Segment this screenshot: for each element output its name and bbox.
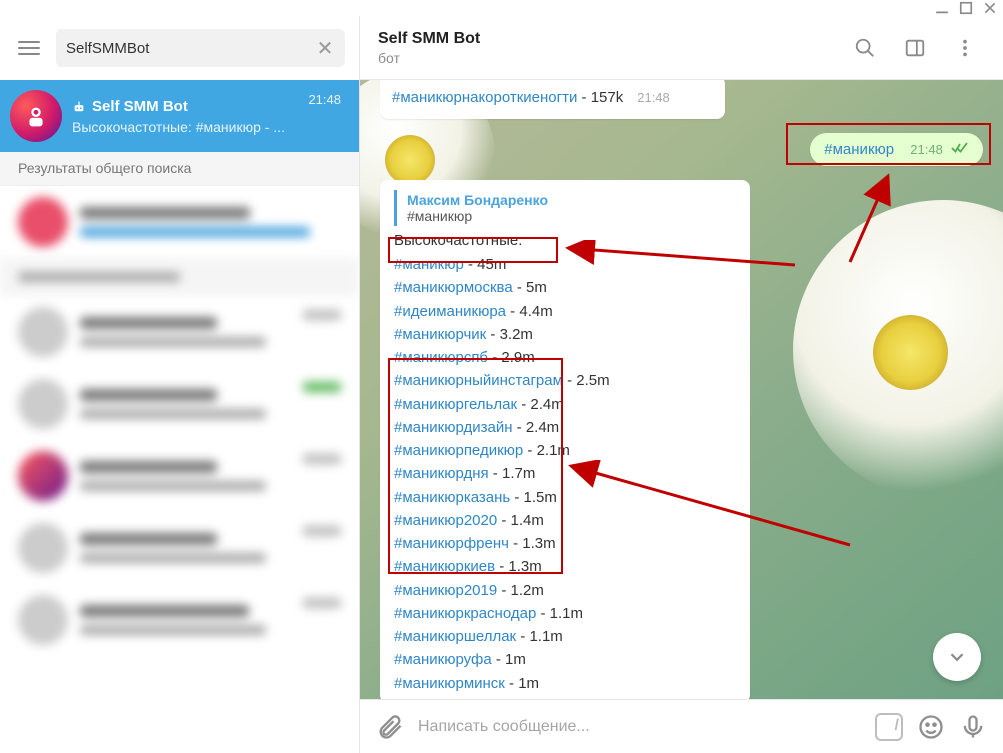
hashtag-count: - 1.7m bbox=[489, 465, 536, 482]
hashtag-count: - 1m bbox=[505, 675, 539, 692]
hashtag-link[interactable]: #маникюрнакороткиеногти bbox=[392, 89, 577, 106]
hashtag-link[interactable]: #маникюр2020 bbox=[394, 512, 497, 529]
commands-icon[interactable]: / bbox=[875, 713, 903, 741]
chat-time: 21:48 bbox=[308, 80, 341, 107]
chat-title: Self SMM Bot bbox=[72, 98, 298, 115]
read-checks-icon bbox=[951, 142, 969, 154]
reply-quote[interactable]: Максим Бондаренко #маникюр bbox=[394, 190, 736, 226]
message-time: 21:48 bbox=[637, 90, 670, 105]
hashtag-count: - 2.1m bbox=[523, 442, 570, 459]
mic-icon[interactable] bbox=[959, 713, 987, 741]
hashtag-link[interactable]: #маникюркраснодар bbox=[394, 605, 536, 622]
quote-text: #маникюр bbox=[407, 208, 736, 224]
hashtag-link[interactable]: #маникюрдизайн bbox=[394, 419, 512, 436]
more-menu-icon[interactable] bbox=[945, 28, 985, 68]
hashtag-count: - 2.4m bbox=[512, 419, 559, 436]
search-input-wrapper[interactable]: ✕ bbox=[56, 29, 345, 67]
hashtag-link[interactable]: #маникюрдня bbox=[394, 465, 489, 482]
hashtag-count: - 5m bbox=[513, 279, 547, 296]
window-maximize[interactable] bbox=[959, 1, 973, 15]
hashtag-link[interactable]: #маникюрминск bbox=[394, 675, 505, 692]
attach-icon[interactable] bbox=[376, 713, 404, 741]
chat-name: Self SMM Bot bbox=[378, 30, 835, 48]
hashtag-link[interactable]: #идеиманикюра bbox=[394, 303, 506, 320]
hashtag-link[interactable]: #маникюр bbox=[394, 256, 464, 273]
hashtag-count: - 3.2m bbox=[486, 326, 533, 343]
chat-header: Self SMM Bot бот bbox=[360, 16, 1003, 80]
hashtag-link[interactable]: #маникюрмосква bbox=[394, 279, 513, 296]
hashtag-count: - 2.4m bbox=[517, 396, 564, 413]
hashtag-list: #маникюр - 45m #маникюрмосква - 5m #идеима… bbox=[394, 253, 736, 695]
hashtag-count: - 1.2m bbox=[497, 582, 544, 599]
search-in-chat-icon[interactable] bbox=[845, 28, 885, 68]
hashtag-link[interactable]: #маникюрказань bbox=[394, 489, 510, 506]
hashtag-link[interactable]: #маникюр2019 bbox=[394, 582, 497, 599]
compose-input[interactable] bbox=[418, 718, 861, 736]
emoji-icon[interactable] bbox=[917, 713, 945, 741]
sidebar-toggle-icon[interactable] bbox=[895, 28, 935, 68]
quote-author: Максим Бондаренко bbox=[407, 192, 736, 208]
hashtag-count: - 1.1m bbox=[536, 605, 583, 622]
chat-area[interactable]: #маникюрнакороткиеногти - 157k 21:48 #ман… bbox=[360, 80, 1003, 699]
message-time: 21:48 bbox=[910, 142, 943, 157]
hashtag-link[interactable]: #маникюрныйинстаграм bbox=[394, 372, 563, 389]
incoming-message[interactable]: #маникюрнакороткиеногти - 157k 21:48 bbox=[380, 80, 725, 119]
hashtag-link[interactable]: #маникюршеллак bbox=[394, 628, 516, 645]
hashtag-link[interactable]: #маникюркиев bbox=[394, 558, 495, 575]
hashtag-link[interactable]: #маникюруфа bbox=[394, 651, 492, 668]
hashtag-link[interactable]: #маникюрчик bbox=[394, 326, 486, 343]
hashtag-count: - 1.4m bbox=[497, 512, 544, 529]
hashtag-count: - 1m bbox=[492, 651, 526, 668]
hashtag-link[interactable]: #маникюргельлак bbox=[394, 396, 517, 413]
incoming-message[interactable]: Максим Бондаренко #маникюр Высокочастотн… bbox=[380, 180, 750, 699]
left-panel: ✕ Self SMM Bot Высокочастотные: #маникюр… bbox=[0, 16, 360, 753]
hashtag-link[interactable]: #маникюрфренч bbox=[394, 535, 509, 552]
outgoing-message[interactable]: #маникюр 21:48 bbox=[810, 133, 983, 166]
hashtag-link[interactable]: #маникюрпедикюр bbox=[394, 442, 523, 459]
hashtag-count: - 1.3m bbox=[495, 558, 542, 575]
window-close[interactable] bbox=[983, 1, 997, 15]
search-results-blurred bbox=[0, 186, 359, 753]
hashtag-count: - 1.3m bbox=[509, 535, 556, 552]
bot-icon bbox=[72, 99, 86, 113]
chat-subtitle: Высокочастотные: #маникюр - ... bbox=[72, 119, 298, 135]
search-input[interactable] bbox=[66, 40, 315, 57]
menu-icon[interactable] bbox=[12, 31, 46, 65]
avatar bbox=[10, 90, 62, 142]
right-panel: Self SMM Bot бот #маникюрнакороткиеногти… bbox=[360, 16, 1003, 753]
left-header: ✕ bbox=[0, 16, 359, 80]
chat-meta: Self SMM Bot Высокочастотные: #маникюр -… bbox=[72, 98, 298, 135]
hashtag-count: - 4.4m bbox=[506, 303, 553, 320]
hashtag-count: - 2.9m bbox=[488, 349, 535, 366]
active-chat-row[interactable]: Self SMM Bot Высокочастотные: #маникюр -… bbox=[0, 80, 359, 152]
hashtag-link[interactable]: #маникюрспб bbox=[394, 349, 488, 366]
chat-status: бот bbox=[378, 50, 835, 66]
reply-section-label: Высокочастотные: bbox=[394, 232, 736, 249]
search-section-label: Результаты общего поиска bbox=[0, 152, 359, 186]
window-chrome bbox=[0, 0, 1003, 16]
chat-header-title[interactable]: Self SMM Bot бот bbox=[378, 30, 835, 66]
hashtag-count: - 1.5m bbox=[510, 489, 557, 506]
scroll-to-bottom-button[interactable] bbox=[933, 633, 981, 681]
hashtag-count: - 2.5m bbox=[563, 372, 610, 389]
hashtag-count: - 157k bbox=[577, 89, 623, 106]
window-minimize[interactable] bbox=[935, 1, 949, 15]
hashtag-count: - 45m bbox=[464, 256, 507, 273]
hashtag-count: - 1.1m bbox=[516, 628, 563, 645]
compose-bar: / bbox=[360, 699, 1003, 753]
clear-search-icon[interactable]: ✕ bbox=[315, 36, 335, 61]
hashtag-link[interactable]: #маникюр bbox=[824, 141, 894, 158]
